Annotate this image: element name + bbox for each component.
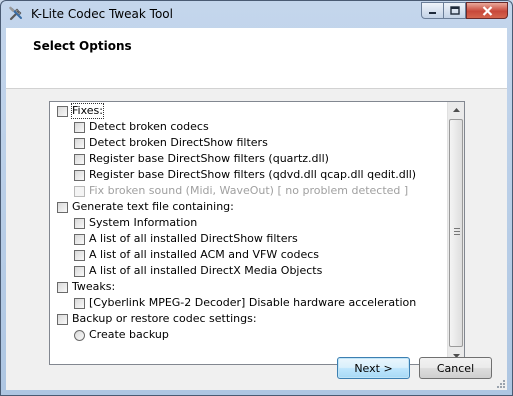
option-label: [Cyberlink MPEG-2 Decoder] Disable hardw… [89, 296, 417, 309]
minimize-icon [429, 12, 436, 14]
option-label: Detect broken codecs [89, 120, 209, 133]
checkbox [74, 185, 85, 197]
tools-icon [9, 6, 22, 21]
option-label: Tweaks: [72, 280, 116, 293]
page-title: Select Options [33, 39, 132, 53]
option-label: Fixes: [71, 103, 104, 119]
option-label: A list of all installed DirectX Media Ob… [89, 264, 323, 277]
checkbox-option[interactable]: A list of all installed DirectShow filte… [74, 231, 298, 247]
checkbox[interactable] [74, 249, 85, 261]
checkbox[interactable] [74, 169, 85, 181]
checkbox[interactable] [57, 313, 68, 325]
arrow-up-icon [452, 108, 460, 112]
page-header: Select Options [6, 28, 507, 89]
next-button[interactable]: Next > [337, 357, 410, 379]
grip-icon [454, 228, 460, 235]
checkbox-option[interactable]: Backup or restore codec settings: [57, 311, 257, 327]
checkbox[interactable] [74, 297, 85, 309]
checkbox[interactable] [57, 105, 68, 117]
radio-option[interactable]: Create backup [74, 327, 169, 343]
option-label: Backup or restore codec settings: [72, 312, 257, 325]
maximize-button[interactable] [443, 2, 466, 19]
scroll-up-button[interactable] [448, 102, 464, 118]
options-items: Fixes: Detect broken codecs Detect broken … [50, 102, 448, 364]
checkbox-option[interactable]: Detect broken DirectShow filters [74, 135, 268, 151]
option-label: A list of all installed DirectShow filte… [89, 232, 298, 245]
checkbox-option[interactable]: A list of all installed DirectX Media Ob… [74, 263, 322, 279]
close-button[interactable] [466, 2, 508, 19]
dialog-body: Select Options Fixes: Detect broken codec… [6, 28, 507, 390]
checkbox-option[interactable]: [Cyberlink MPEG-2 Decoder] Disable hardw… [74, 295, 416, 311]
title-bar[interactable]: K-Lite Codec Tweak Tool [1, 1, 512, 28]
maximize-icon [449, 6, 460, 15]
radio-button[interactable] [74, 329, 85, 341]
resize-grip-icon[interactable] [495, 378, 505, 388]
option-label: Generate text file containing: [72, 200, 234, 213]
options-list[interactable]: Fixes: Detect broken codecs Detect broken … [49, 101, 465, 365]
checkbox[interactable] [74, 137, 85, 149]
option-label: Create backup [89, 328, 169, 341]
checkbox-option: Fix broken sound (Midi, WaveOut) [ no pr… [74, 183, 408, 199]
checkbox-option[interactable]: Register base DirectShow filters (qdvd.d… [74, 167, 416, 183]
option-label: Register base DirectShow filters (quartz… [89, 152, 329, 165]
option-label: System Information [89, 216, 198, 229]
checkbox-option[interactable]: Fixes: [57, 103, 104, 119]
option-label: A list of all installed ACM and VFW code… [89, 248, 320, 261]
close-icon [482, 5, 492, 16]
checkbox[interactable] [57, 281, 68, 293]
checkbox-option[interactable]: Detect broken codecs [74, 119, 209, 135]
vertical-scrollbar[interactable] [447, 102, 464, 364]
checkbox[interactable] [74, 265, 85, 277]
checkbox[interactable] [74, 153, 85, 165]
dialog-window: K-Lite Codec Tweak Tool Select Options F… [0, 0, 513, 396]
cancel-button[interactable]: Cancel [419, 357, 492, 379]
scroll-thumb[interactable] [449, 119, 463, 347]
checkbox-option[interactable]: System Information [74, 215, 197, 231]
checkbox[interactable] [57, 201, 68, 213]
option-label: Register base DirectShow filters (qdvd.d… [89, 168, 417, 181]
checkbox[interactable] [74, 217, 85, 229]
checkbox-option[interactable]: A list of all installed ACM and VFW code… [74, 247, 319, 263]
checkbox[interactable] [74, 233, 85, 245]
option-label: Detect broken DirectShow filters [89, 136, 268, 149]
minimize-button[interactable] [421, 2, 444, 19]
checkbox-option[interactable]: Register base DirectShow filters (quartz… [74, 151, 329, 167]
window-title: K-Lite Codec Tweak Tool [31, 7, 173, 21]
checkbox-option[interactable]: Generate text file containing: [57, 199, 234, 215]
checkbox-option[interactable]: Tweaks: [57, 279, 115, 295]
checkbox[interactable] [74, 121, 85, 133]
option-label: Fix broken sound (Midi, WaveOut) [ no pr… [89, 184, 409, 197]
